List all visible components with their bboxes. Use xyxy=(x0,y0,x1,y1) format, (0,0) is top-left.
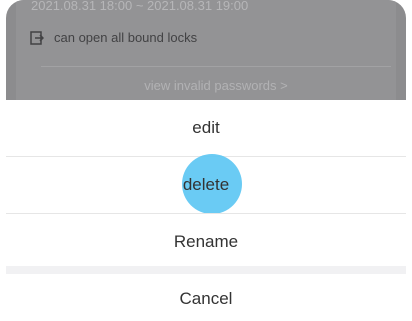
cancel-label: Cancel xyxy=(179,289,233,308)
cancel-gap xyxy=(6,266,406,274)
screen: 2021.08.31 18:00 ~ 2021.08.31 19:00 can … xyxy=(6,0,406,321)
cancel-button[interactable]: Cancel xyxy=(6,274,406,321)
edit-label: edit xyxy=(192,118,220,137)
delete-action[interactable]: delete xyxy=(6,157,406,213)
door-exit-icon xyxy=(30,31,44,45)
validity-time-range: 2021.08.31 18:00 ~ 2021.08.31 19:00 xyxy=(31,0,249,13)
delete-label: delete xyxy=(182,175,230,194)
view-invalid-passwords-link[interactable]: view invalid passwords > xyxy=(16,78,406,93)
action-sheet: edit delete Rename Cancel xyxy=(6,100,406,321)
rename-action[interactable]: Rename xyxy=(6,214,406,270)
lock-scope-label: can open all bound locks xyxy=(54,30,198,45)
card-divider xyxy=(41,66,391,67)
dimmed-background: 2021.08.31 18:00 ~ 2021.08.31 19:00 can … xyxy=(6,0,406,100)
password-card: 2021.08.31 18:00 ~ 2021.08.31 19:00 can … xyxy=(16,0,396,100)
rename-label: Rename xyxy=(173,232,239,251)
edit-action[interactable]: edit xyxy=(6,100,406,156)
